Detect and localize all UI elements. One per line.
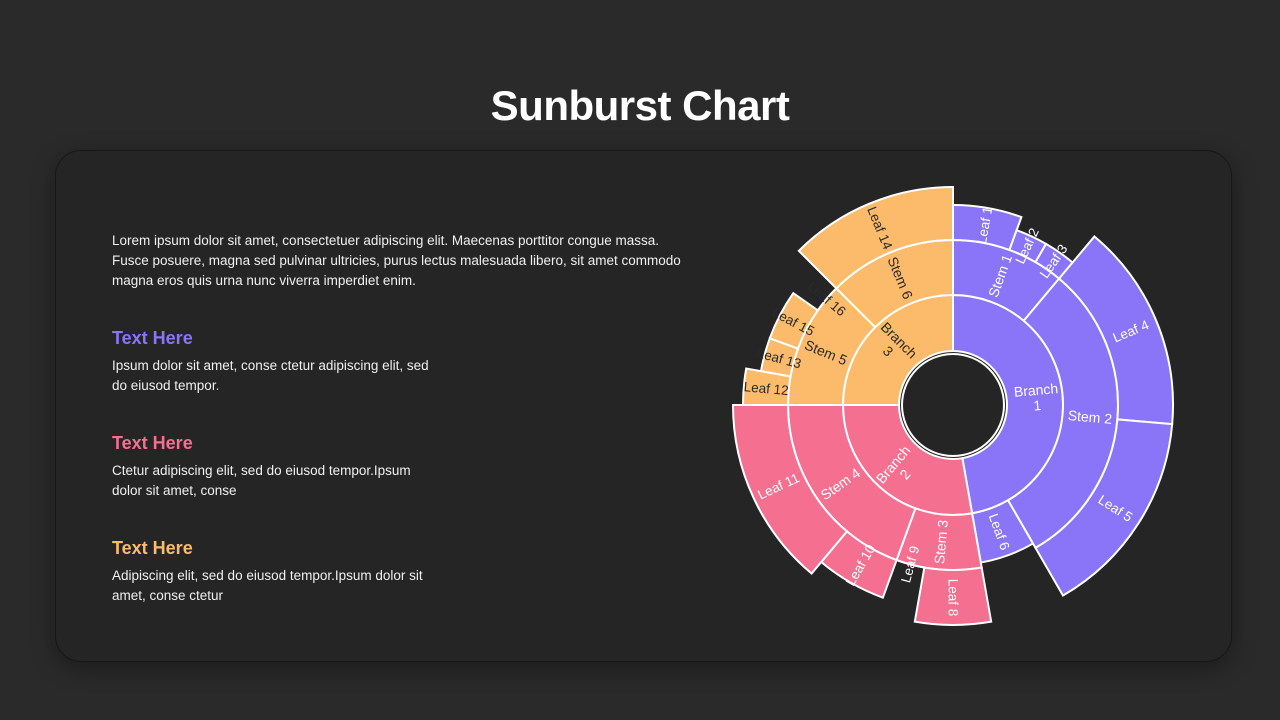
center-hole-fill [903, 355, 1003, 455]
sunburst-chart: Branch1Stem 1Leaf 1Leaf 2Leaf 3Stem 2Lea… [731, 185, 1174, 626]
leaf-8-label: Leaf 8 [946, 579, 961, 617]
